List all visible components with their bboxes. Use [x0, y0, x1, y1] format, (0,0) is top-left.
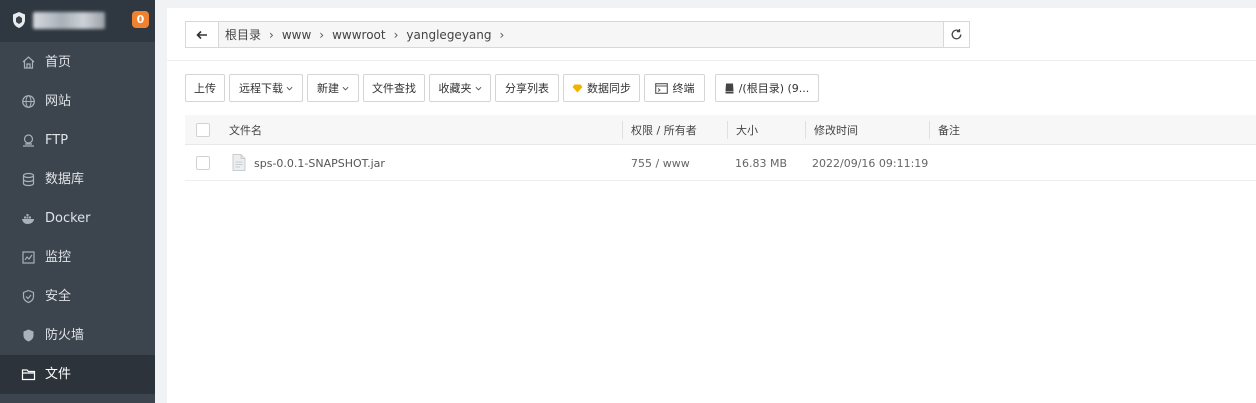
row-checkbox[interactable]	[196, 156, 210, 170]
sidebar-item-files[interactable]: 文件	[0, 355, 155, 394]
sidebar-item-label: 安全	[45, 289, 72, 304]
remote-download-label: 远程下载	[239, 82, 283, 95]
sidebar-item-label: FTP	[45, 133, 69, 148]
sidebar-item-security[interactable]: 安全	[0, 277, 155, 316]
notification-badge[interactable]: 0	[132, 11, 149, 28]
terminal-label: 终端	[672, 82, 695, 95]
sidebar-item-home[interactable]: 首页	[0, 43, 155, 82]
header-filename[interactable]: 文件名	[229, 115, 262, 144]
sidebar-item-ftp[interactable]: FTP	[0, 121, 155, 160]
chevron-down-icon	[475, 86, 481, 90]
upload-button-label: 上传	[194, 82, 216, 95]
sync-diamond-icon	[572, 84, 583, 92]
breadcrumb-label: yanglegeyang	[406, 27, 492, 42]
breadcrumb-item-root[interactable]: 根目录 ›	[225, 26, 282, 43]
chevron-right-icon: ›	[319, 27, 325, 42]
logo-icon	[13, 12, 25, 28]
chevron-right-icon: ›	[269, 27, 274, 42]
sidebar-item-label: 数据库	[45, 172, 85, 187]
file-size: 16.83 MB	[735, 156, 788, 170]
breadcrumb: 根目录 › www › wwwroot › yanglegeyang ›	[219, 22, 943, 47]
chevron-right-icon: ›	[499, 27, 505, 42]
sidebar-item-database[interactable]: 数据库	[0, 160, 155, 199]
user-avatar-blurred[interactable]	[33, 12, 105, 29]
arrow-left-icon	[196, 30, 207, 39]
sidebar-header: 0	[0, 0, 155, 42]
sidebar-item-monitor[interactable]: 监控	[0, 238, 155, 277]
breadcrumb-label: www	[281, 27, 312, 42]
file-search-label: 文件查找	[372, 82, 416, 95]
file-search-button[interactable]: 文件查找	[363, 74, 425, 102]
chevron-right-icon: ›	[393, 27, 399, 42]
sidebar-item-firewall[interactable]: 防火墙	[0, 316, 155, 355]
column-divider	[929, 121, 930, 139]
refresh-button[interactable]	[943, 22, 969, 47]
breadcrumb-label: 根目录	[225, 28, 262, 42]
chevron-down-icon	[342, 86, 349, 90]
upload-button[interactable]: 上传	[185, 74, 225, 102]
monitor-icon	[22, 251, 35, 264]
new-button-label: 新建	[317, 82, 339, 95]
breadcrumb-item-www[interactable]: www ›	[282, 28, 332, 42]
database-icon	[22, 172, 35, 187]
breadcrumb-item-yanglegeyang[interactable]: yanglegeyang ›	[406, 28, 512, 42]
home-icon	[22, 56, 35, 69]
header-permission[interactable]: 权限 / 所有者	[631, 115, 697, 144]
column-divider	[727, 121, 728, 139]
ftp-icon	[23, 134, 34, 147]
data-sync-label: 数据同步	[587, 82, 631, 95]
column-divider	[622, 121, 623, 139]
share-list-button[interactable]: 分享列表	[495, 74, 559, 102]
header-modified-time[interactable]: 修改时间	[814, 115, 858, 144]
sidebar-item-label: 防火墙	[45, 328, 85, 343]
remote-download-button[interactable]: 远程下载	[229, 74, 303, 102]
back-button[interactable]	[186, 22, 219, 47]
disk-label: /(根目录) (9...	[738, 82, 810, 95]
disk-selector-button[interactable]: /(根目录) (9...	[715, 74, 819, 102]
data-sync-button[interactable]: 数据同步	[563, 74, 640, 102]
breadcrumb-item-wwwroot[interactable]: wwwroot ›	[332, 28, 406, 42]
sidebar-item-docker[interactable]: Docker	[0, 199, 155, 238]
terminal-icon	[654, 82, 668, 94]
column-divider	[805, 121, 806, 139]
new-button[interactable]: 新建	[307, 74, 359, 102]
favorites-label: 收藏夹	[438, 82, 472, 95]
file-toolbar: 上传 远程下载 新建 文件查找 收藏夹 分享列表 数据同步 终端 /(根目录) …	[185, 74, 885, 102]
sidebar-item-label: 监控	[45, 250, 72, 265]
file-name[interactable]: sps-0.0.1-SNAPSHOT.jar	[254, 146, 385, 180]
disk-icon	[725, 83, 734, 93]
share-list-label: 分享列表	[505, 82, 549, 95]
header-note: 备注	[938, 123, 960, 137]
sidebar-item-label: 文件	[45, 367, 72, 382]
file-modified-time: 2022/09/16 09:11:19	[812, 156, 929, 170]
sidebar-item-label: Docker	[45, 211, 91, 226]
refresh-icon	[951, 29, 962, 40]
sidebar-item-label: 网站	[45, 94, 72, 109]
sidebar-item-label: 首页	[45, 55, 72, 70]
table-row[interactable]: sps-0.0.1-SNAPSHOT.jar 755 / www 16.83 M…	[185, 146, 1256, 181]
divider	[167, 60, 1256, 61]
shield-icon	[22, 289, 35, 304]
globe-icon	[22, 95, 35, 108]
select-all-checkbox[interactable]	[196, 123, 210, 137]
path-bar: 根目录 › www › wwwroot › yanglegeyang ›	[185, 21, 970, 48]
sidebar-item-website[interactable]: 网站	[0, 82, 155, 121]
chevron-down-icon	[286, 86, 293, 90]
folder-icon	[21, 369, 36, 381]
breadcrumb-label: wwwroot	[332, 27, 386, 42]
firewall-icon	[23, 329, 34, 342]
sidebar: 0 首页 网站 FTP 数据库 Docker 监控 安全 防火墙 文件	[0, 0, 155, 403]
file-manager-panel: 根目录 › www › wwwroot › yanglegeyang › 上传 远程下载…	[167, 8, 1256, 403]
app-window: 0 首页 网站 FTP 数据库 Docker 监控 安全 防火墙 文件 根目录 …	[0, 0, 1256, 403]
file-table-header: 文件名 权限 / 所有者 大小 修改时间 备注	[185, 115, 1256, 145]
terminal-button[interactable]: 终端	[644, 74, 705, 102]
file-permission[interactable]: 755 / www	[631, 146, 690, 180]
favorites-button[interactable]: 收藏夹	[429, 74, 491, 102]
file-icon	[232, 154, 246, 171]
docker-icon	[22, 214, 34, 224]
header-size[interactable]: 大小	[736, 115, 758, 144]
